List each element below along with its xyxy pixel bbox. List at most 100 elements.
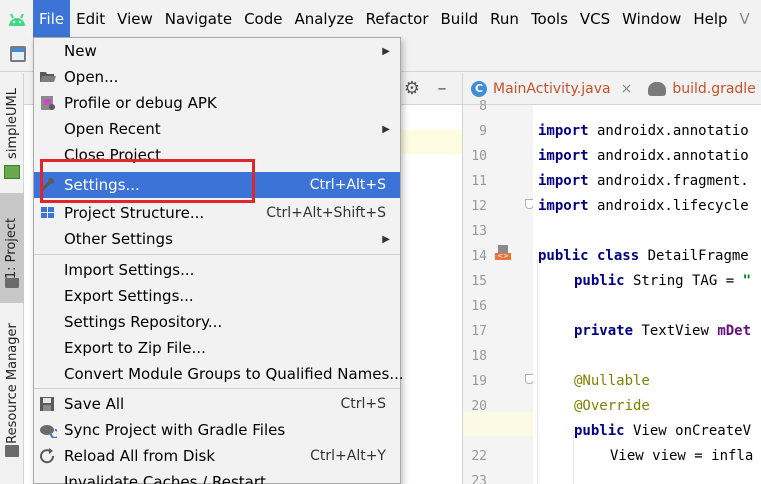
menu-truncated[interactable]: V — [734, 1, 756, 37]
line-number: 17 — [471, 324, 487, 339]
menu-item-shortcut: Ctrl+S — [340, 396, 386, 412]
menu-item-shortcut: Ctrl+Alt+Y — [310, 448, 386, 464]
code-line-12: import androidx.lifecycle — [538, 198, 749, 214]
menu-item-label: Export Settings... — [64, 287, 194, 305]
menu-window[interactable]: Window — [616, 1, 687, 37]
xml-layout-icon[interactable]: <> — [495, 245, 511, 261]
window-icon[interactable] — [10, 46, 26, 62]
code-line-19: @Nullable — [574, 373, 650, 389]
menu-item-settings-repository[interactable]: Settings Repository... — [34, 309, 400, 335]
menu-item-import-settings[interactable]: Import Settings... — [34, 257, 400, 283]
tab-simpleuml[interactable]: simpleUML — [0, 83, 24, 163]
menu-item-shortcut: Ctrl+Alt+Shift+S — [266, 205, 386, 221]
gear-icon[interactable]: ⚙ — [402, 79, 422, 99]
gradle-sync-icon — [39, 422, 60, 439]
menu-item-invalidate-caches[interactable]: Invalidate Caches / Restart... — [34, 469, 400, 484]
menu-item-export-settings[interactable]: Export Settings... — [34, 283, 400, 309]
line-number: 19 — [471, 374, 487, 389]
line-number: 23 — [471, 474, 487, 484]
code-line-10: import androidx.annotatio — [538, 148, 749, 164]
menu-item-label: Other Settings — [64, 230, 173, 248]
tab-build-gradle-label: build.gradle ( — [672, 80, 761, 97]
code-line-22: View view = infla — [610, 448, 754, 464]
menu-item-sync-gradle[interactable]: Sync Project with Gradle Files — [34, 417, 400, 443]
line-number: 16 — [471, 299, 487, 314]
code-line-11: import androidx.fragment. — [538, 173, 749, 189]
menu-analyze[interactable]: Analyze — [288, 1, 359, 37]
menu-item-label: Open Recent — [64, 120, 161, 138]
folder-open-icon — [39, 69, 57, 85]
menu-item-label: Reload All from Disk — [64, 447, 216, 465]
code-editor[interactable]: C MainActivity.java × build.gradle ( 8 9… — [462, 73, 761, 484]
tab-simpleuml-label: simpleUML — [4, 87, 20, 159]
submenu-arrow-icon: ▶ — [382, 45, 390, 57]
code-line-9: import androidx.annotatio — [538, 123, 749, 139]
editor-tabs: C MainActivity.java × build.gradle ( — [463, 73, 761, 105]
code-line-21: public View onCreateV — [574, 423, 752, 439]
menu-item-save-all[interactable]: Save All Ctrl+S — [34, 391, 400, 417]
tab-project-label: 1: Project — [4, 217, 20, 279]
menu-build[interactable]: Build — [435, 1, 485, 37]
menu-vcs[interactable]: VCS — [574, 1, 616, 37]
line-number: 22 — [471, 449, 487, 464]
tab-resource-manager[interactable]: Resource Manager — [0, 313, 24, 453]
menu-separator — [34, 254, 400, 255]
menu-item-open[interactable]: Open... — [34, 64, 400, 90]
menu-run[interactable]: Run — [484, 1, 525, 37]
line-number: 8 — [479, 99, 487, 114]
menu-code[interactable]: Code — [238, 1, 288, 37]
resource-icon — [5, 445, 19, 457]
line-number: 14 — [471, 249, 487, 264]
menu-item-label: Invalidate Caches / Restart... — [64, 473, 281, 484]
tab-mainactivity-label: MainActivity.java — [493, 80, 611, 97]
uml-icon — [4, 165, 20, 179]
indent-guide — [537, 260, 538, 484]
tab-build-gradle[interactable]: build.gradle ( — [640, 73, 761, 105]
menu-help[interactable]: Help — [687, 1, 733, 37]
menu-item-shortcut: Ctrl+Alt+S — [309, 177, 386, 193]
left-tool-window-strip: simpleUML 1: Project Resource Manager — [0, 73, 24, 484]
menu-item-new[interactable]: New ▶ — [34, 38, 400, 64]
tab-mainactivity[interactable]: C MainActivity.java × — [463, 73, 640, 105]
line-number: 10 — [471, 149, 487, 164]
file-menu-dropdown: New ▶ Open... Profile or debug APK Open … — [33, 37, 404, 484]
menu-item-project-structure[interactable]: Project Structure... Ctrl+Alt+Shift+S — [34, 200, 400, 226]
selected-tree-row[interactable] — [400, 130, 462, 154]
menu-item-label: Save All — [64, 395, 125, 413]
line-number: 11 — [471, 174, 487, 189]
code-line-20: @Override — [574, 398, 650, 414]
code-area[interactable]: import androidx.annotatio import android… — [533, 105, 761, 484]
menu-item-label: Convert Module Groups to Qualified Names… — [64, 365, 404, 383]
menu-item-open-recent[interactable]: Open Recent ▶ — [34, 116, 400, 142]
menu-item-other-settings[interactable]: Other Settings ▶ — [34, 226, 400, 252]
menu-file[interactable]: File — [33, 0, 71, 38]
line-number: 9 — [479, 124, 487, 139]
menu-item-label: Project Structure... — [64, 204, 205, 222]
line-number: 15 — [471, 274, 487, 289]
menu-item-label: New — [64, 42, 97, 60]
minimize-icon[interactable]: – — [432, 79, 452, 99]
menu-refactor[interactable]: Refactor — [360, 1, 435, 37]
menu-item-reload-all[interactable]: Reload All from Disk Ctrl+Alt+Y — [34, 443, 400, 469]
menu-item-convert-module-groups[interactable]: Convert Module Groups to Qualified Names… — [34, 361, 404, 387]
menu-item-export-zip[interactable]: Export to Zip File... — [34, 335, 400, 361]
line-number: 13 — [471, 224, 487, 239]
menu-item-profile-debug-apk[interactable]: Profile or debug APK — [34, 90, 400, 116]
menu-tools[interactable]: Tools — [525, 1, 574, 37]
menu-view[interactable]: View — [111, 1, 159, 37]
apk-debug-icon — [39, 95, 57, 111]
reload-icon — [39, 448, 57, 464]
menu-item-label: Import Settings... — [64, 261, 195, 279]
code-line-15: public String TAG = " — [574, 273, 752, 289]
menu-item-label: Export to Zip File... — [64, 339, 206, 357]
menu-bar: File Edit View Navigate Code Analyze Ref… — [0, 0, 761, 38]
menu-item-label: Open... — [64, 68, 119, 86]
gradle-icon — [648, 81, 667, 96]
menu-edit[interactable]: Edit — [70, 1, 111, 37]
line-number: 12 — [471, 199, 487, 214]
code-line-14: public class DetailFragme — [538, 248, 749, 264]
menu-navigate[interactable]: Navigate — [159, 1, 238, 37]
close-icon[interactable]: × — [621, 81, 633, 97]
save-icon — [39, 396, 57, 412]
java-class-icon: C — [471, 80, 487, 97]
